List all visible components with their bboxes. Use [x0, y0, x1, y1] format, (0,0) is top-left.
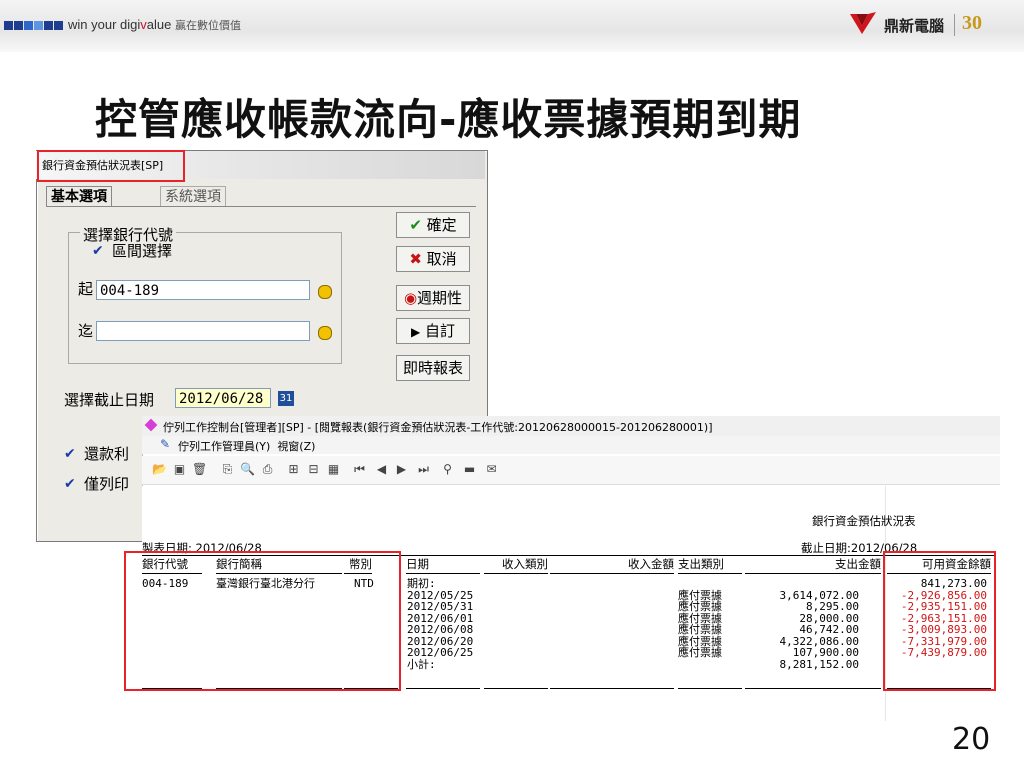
checkmark-icon[interactable]: ✔: [92, 243, 104, 259]
column-header: 收入金額: [550, 556, 674, 574]
subtotal-rule: [406, 688, 480, 689]
previous-page-icon[interactable]: ◀: [374, 462, 389, 476]
grid-icon[interactable]: ▦: [326, 462, 341, 476]
mail-icon[interactable]: ✉: [484, 462, 499, 476]
tagline-chinese: 贏在數位價值: [174, 20, 241, 32]
subtotal-rule: [745, 688, 881, 689]
close-icon: ✖: [409, 250, 422, 268]
highlight-box-title: [37, 150, 185, 182]
date-column: 期初: 2012/05/25 2012/05/31 2012/06/01 201…: [407, 577, 474, 671]
subtotal-rule: [484, 688, 548, 689]
cutoff-date-label: 選擇截止日期: [64, 391, 155, 409]
brand-name: 鼎新電腦: [884, 17, 945, 35]
lookup-coin-icon[interactable]: [318, 285, 332, 299]
checkmark-icon[interactable]: ✔: [64, 476, 76, 492]
banner-square: [34, 21, 43, 30]
ok-button[interactable]: ✔ 確定: [396, 212, 470, 238]
from-bank-input[interactable]: 004-189: [96, 280, 310, 300]
cycle-button[interactable]: ◉週期性: [396, 285, 470, 311]
cycle-label: 週期性: [417, 289, 463, 307]
column-header: 支出金額: [745, 556, 881, 574]
banner-square: [44, 21, 53, 30]
next-page-icon[interactable]: ▶: [394, 462, 409, 476]
last-page-icon[interactable]: ⏭: [416, 462, 431, 476]
page-setup-icon[interactable]: ⊟: [306, 462, 321, 476]
from-label: 起: [78, 280, 94, 298]
menu-window[interactable]: 視窗(Z): [277, 440, 315, 453]
preview-icon[interactable]: 🔍: [240, 462, 255, 476]
range-select-label: 區間選擇: [112, 242, 173, 260]
delete-icon[interactable]: 🗑: [192, 462, 207, 476]
banner-square: [54, 21, 63, 30]
find-icon[interactable]: ⚲: [440, 462, 455, 476]
to-label: 迄: [78, 322, 94, 340]
open-icon[interactable]: 📂: [152, 462, 167, 476]
column-header: 日期: [406, 556, 480, 574]
column-header: 收入類別: [484, 556, 548, 574]
tab-system-options[interactable]: 系統選項: [160, 186, 226, 207]
dsc-logo-icon: [850, 12, 876, 34]
print-icon[interactable]: ⎙: [260, 462, 275, 476]
tagline: win your digivalue 贏在數位價值: [68, 17, 241, 33]
banner-square: [14, 21, 23, 30]
lookup-coin-icon[interactable]: [318, 326, 332, 340]
cancel-label: 取消: [426, 250, 457, 268]
custom-label: 自訂: [425, 322, 456, 340]
banner-square: [24, 21, 33, 30]
menu-queue-manager[interactable]: 佇列工作管理員(Y): [178, 440, 270, 453]
play-icon: ▶: [410, 325, 421, 339]
checkmark-icon[interactable]: ✔: [64, 446, 76, 462]
first-page-icon[interactable]: ⏮: [352, 462, 367, 476]
to-bank-input[interactable]: [96, 321, 310, 341]
column-header: 支出類別: [678, 556, 742, 574]
report-window-title: 佇列工作控制台[管理者][SP] - [閱覽報表(銀行資金預估狀況表-工作代號:…: [163, 421, 713, 434]
highlight-box-bank: [124, 551, 401, 691]
repay-interest-label: 還款利: [84, 445, 130, 463]
expense-type-column: 應付票據 應付票據 應付票據 應付票據 應付票據 應付票據: [678, 588, 722, 659]
check-icon: ✔: [409, 216, 422, 234]
print-only-label: 僅列印: [84, 475, 130, 493]
expense-amount-column: 3,614,072.00 8,295.00 28,000.00 46,742.0…: [779, 588, 859, 671]
page-title: 控管應收帳款流向-應收票據預期到期: [95, 95, 802, 144]
cutoff-date-input[interactable]: 2012/06/28: [175, 388, 271, 408]
anniversary-badge: 30: [962, 12, 982, 34]
tab-basic-options[interactable]: 基本選項: [46, 186, 112, 207]
subtotal-rule: [678, 688, 742, 689]
instant-report-button[interactable]: 即時報表: [396, 355, 470, 381]
calendar-icon[interactable]: 31: [278, 391, 294, 406]
tab-divider: [46, 206, 476, 207]
export-icon[interactable]: ⎘: [220, 462, 235, 476]
cycle-icon: ◉: [403, 289, 418, 307]
custom-button[interactable]: ▶ 自訂: [396, 318, 470, 344]
brand-divider: [954, 14, 955, 36]
tagline-part-2: alue: [146, 17, 172, 32]
list-icon[interactable]: ▬: [462, 462, 477, 476]
ok-label: 確定: [426, 216, 457, 234]
report-menu: 佇列工作管理員(Y) 視窗(Z): [178, 438, 315, 454]
tagline-part-1: win your digi: [68, 17, 141, 32]
banner-square: [4, 21, 13, 30]
save-icon[interactable]: ▣: [172, 462, 187, 476]
pencil-icon: ✎: [160, 437, 171, 451]
subtotal-rule: [550, 688, 674, 689]
zoom-icon[interactable]: ⊞: [286, 462, 301, 476]
highlight-box-balance: [883, 551, 996, 691]
page-number: 20: [952, 722, 991, 757]
report-title: 銀行資金預估狀況表: [812, 514, 916, 528]
cancel-button[interactable]: ✖ 取消: [396, 246, 470, 272]
